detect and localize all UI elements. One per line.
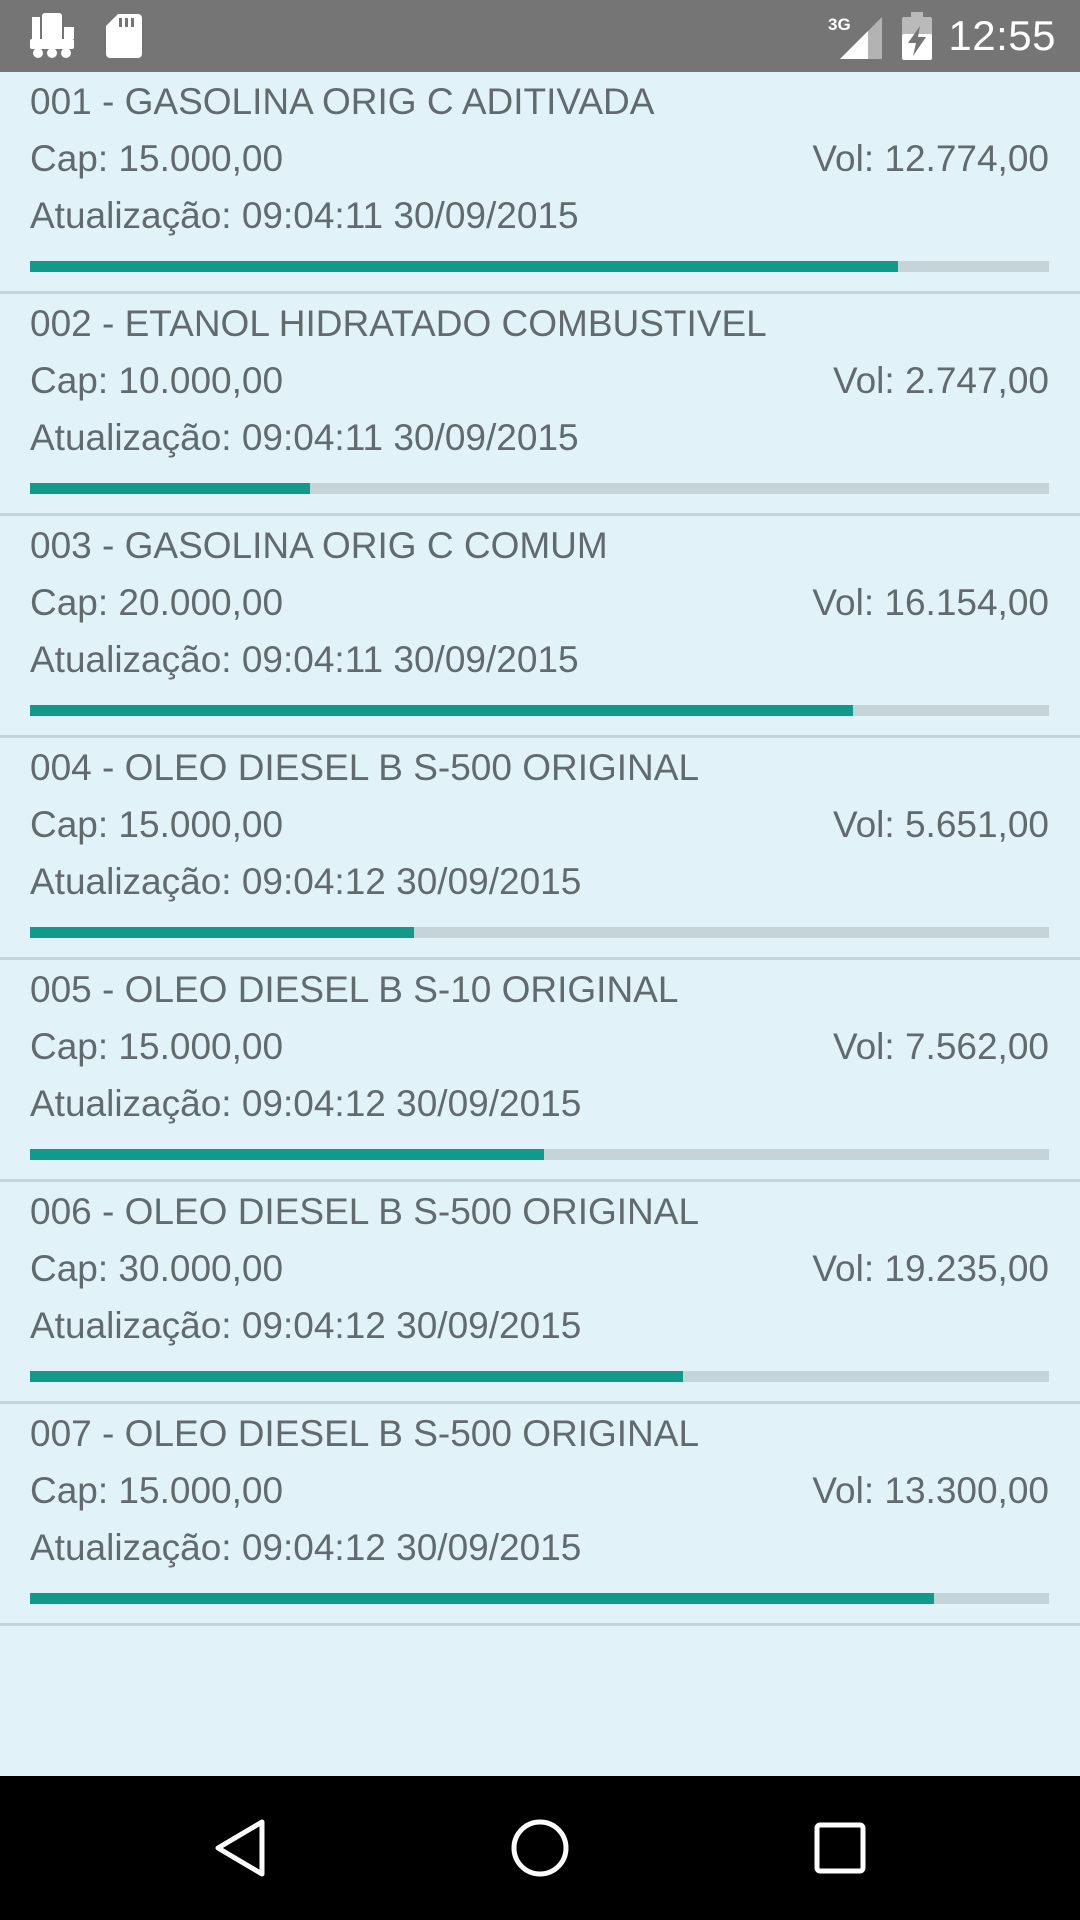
list-divider bbox=[0, 1623, 1080, 1626]
tank-list: 001 - GASOLINA ORIG C ADITIVADA Cap: 15.0… bbox=[0, 72, 1080, 1776]
tank-level-progress-bar bbox=[30, 1149, 1049, 1160]
tank-capacity: Cap: 10.000,00 bbox=[30, 360, 284, 401]
tank-level-progress-fill bbox=[30, 483, 310, 494]
back-button[interactable] bbox=[204, 1812, 276, 1884]
tank-volume: Vol: 12.774,00 bbox=[812, 138, 1049, 179]
tank-level-progress-fill bbox=[30, 705, 853, 716]
tank-volume: Vol: 5.651,00 bbox=[832, 804, 1049, 845]
tank-last-update: Atualização: 09:04:11 30/09/2015 bbox=[30, 195, 579, 236]
tanker-truck-icon bbox=[28, 13, 76, 59]
tank-capacity: Cap: 20.000,00 bbox=[30, 582, 284, 623]
status-time: 12:55 bbox=[948, 12, 1056, 59]
home-button[interactable] bbox=[504, 1812, 576, 1884]
home-icon bbox=[510, 1818, 570, 1878]
tank-capacity: Cap: 15.000,00 bbox=[30, 1026, 284, 1067]
tank-list-item[interactable]: 001 - GASOLINA ORIG C ADITIVADA Cap: 15.0… bbox=[0, 72, 1080, 294]
tank-name: 004 - OLEO DIESEL B S-500 ORIGINAL bbox=[30, 747, 700, 788]
tank-list-item[interactable]: 006 - OLEO DIESEL B S-500 ORIGINAL Cap: 3… bbox=[0, 1182, 1080, 1404]
tank-list-item[interactable]: 007 - OLEO DIESEL B S-500 ORIGINAL Cap: 1… bbox=[0, 1404, 1080, 1626]
tank-list-item[interactable]: 002 - ETANOL HIDRATADO COMBUSTIVEL Cap: 1… bbox=[0, 294, 1080, 516]
tank-capacity: Cap: 30.000,00 bbox=[30, 1248, 284, 1289]
tank-level-progress-bar bbox=[30, 261, 1049, 272]
tank-list-item[interactable]: 005 - OLEO DIESEL B S-10 ORIGINAL Cap: 15… bbox=[0, 960, 1080, 1182]
tank-volume: Vol: 13.300,00 bbox=[812, 1470, 1049, 1511]
sd-card-icon bbox=[106, 14, 142, 58]
navigation-bar bbox=[0, 1776, 1080, 1920]
status-bar: 3G 12:55 bbox=[0, 0, 1080, 72]
recents-button[interactable] bbox=[804, 1812, 876, 1884]
tank-volume: Vol: 7.562,00 bbox=[832, 1026, 1049, 1067]
tank-last-update: Atualização: 09:04:12 30/09/2015 bbox=[30, 861, 582, 902]
tank-last-update: Atualização: 09:04:12 30/09/2015 bbox=[30, 1083, 582, 1124]
tank-name: 007 - OLEO DIESEL B S-500 ORIGINAL bbox=[30, 1413, 700, 1454]
tank-name: 003 - GASOLINA ORIG C COMUM bbox=[30, 525, 608, 566]
tank-level-progress-fill bbox=[30, 927, 414, 938]
tank-name: 005 - OLEO DIESEL B S-10 ORIGINAL bbox=[30, 969, 679, 1010]
tank-level-progress-bar bbox=[30, 1593, 1049, 1604]
tank-name: 002 - ETANOL HIDRATADO COMBUSTIVEL bbox=[30, 303, 767, 344]
tank-name: 006 - OLEO DIESEL B S-500 ORIGINAL bbox=[30, 1191, 700, 1232]
tank-level-progress-fill bbox=[30, 1593, 934, 1604]
tank-last-update: Atualização: 09:04:12 30/09/2015 bbox=[30, 1527, 582, 1568]
tank-level-progress-bar bbox=[30, 705, 1049, 716]
status-bar-right-icons: 3G 12:55 bbox=[828, 0, 1056, 72]
tank-list-item[interactable]: 004 - OLEO DIESEL B S-500 ORIGINAL Cap: 1… bbox=[0, 738, 1080, 960]
signal-3g-icon: 3G bbox=[828, 13, 886, 59]
recents-icon bbox=[814, 1822, 866, 1874]
tank-level-progress-fill bbox=[30, 1371, 683, 1382]
tank-last-update: Atualização: 09:04:11 30/09/2015 bbox=[30, 639, 579, 680]
tank-capacity: Cap: 15.000,00 bbox=[30, 804, 284, 845]
tank-level-progress-bar bbox=[30, 1371, 1049, 1382]
tank-last-update: Atualização: 09:04:12 30/09/2015 bbox=[30, 1305, 582, 1346]
status-bar-left-icons bbox=[28, 12, 142, 60]
tank-level-progress-bar bbox=[30, 927, 1049, 938]
tank-volume: Vol: 19.235,00 bbox=[812, 1248, 1049, 1289]
tank-level-progress-bar bbox=[30, 483, 1049, 494]
tank-volume: Vol: 2.747,00 bbox=[832, 360, 1049, 401]
back-icon bbox=[212, 1818, 268, 1878]
tank-capacity: Cap: 15.000,00 bbox=[30, 1470, 284, 1511]
tank-capacity: Cap: 15.000,00 bbox=[30, 138, 284, 179]
tank-volume: Vol: 16.154,00 bbox=[812, 582, 1049, 623]
tank-last-update: Atualização: 09:04:11 30/09/2015 bbox=[30, 417, 579, 458]
tank-level-progress-fill bbox=[30, 1149, 544, 1160]
tank-level-progress-fill bbox=[30, 261, 898, 272]
battery-charging-icon bbox=[902, 12, 933, 60]
tank-list-item[interactable]: 003 - GASOLINA ORIG C COMUM Cap: 20.000,0… bbox=[0, 516, 1080, 738]
tank-name: 001 - GASOLINA ORIG C ADITIVADA bbox=[30, 81, 655, 122]
network-type-label: 3G bbox=[828, 15, 851, 34]
